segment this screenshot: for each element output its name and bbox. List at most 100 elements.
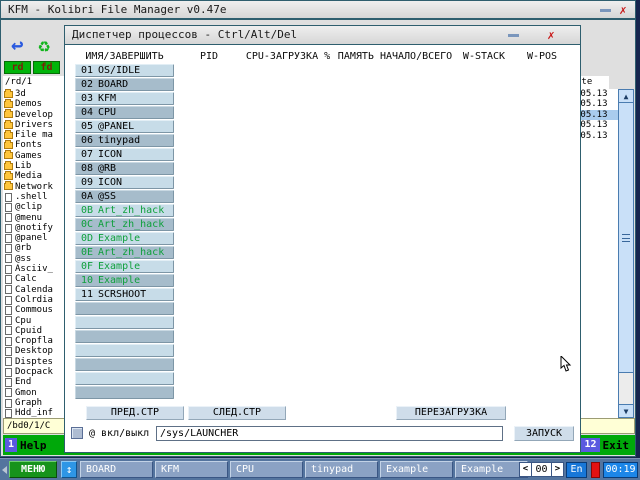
- dialog-close-icon[interactable]: ✗: [544, 28, 558, 42]
- vertical-scrollbar[interactable]: ▲ ▼: [618, 89, 634, 418]
- clock[interactable]: 00:19: [603, 462, 638, 478]
- refresh-icon[interactable]: ♻: [38, 33, 50, 57]
- file-list-item[interactable]: Demos: [3, 99, 64, 109]
- dialog-minimize-icon[interactable]: [508, 34, 519, 37]
- file-list-item[interactable]: @ss: [3, 254, 64, 264]
- process-kill-button[interactable]: 03KFM: [75, 92, 174, 105]
- taskbar-task-button[interactable]: BOARD: [80, 461, 153, 478]
- file-list-item[interactable]: Disptes: [3, 357, 64, 367]
- file-list-item[interactable]: Lib: [3, 161, 64, 171]
- device-button-rd[interactable]: rd: [4, 61, 31, 74]
- process-name: Art_zh_hack: [98, 247, 164, 258]
- process-kill-button[interactable]: 01OS/IDLE: [75, 64, 174, 77]
- language-indicator[interactable]: En: [566, 462, 587, 478]
- file-list-item[interactable]: Desktop: [3, 346, 64, 356]
- launcher-path-input[interactable]: /sys/LAUNCHER: [156, 426, 503, 441]
- dialog-titlebar[interactable]: Диспетчер процессов - Ctrl/Alt/Del ✗: [65, 26, 580, 45]
- file-list-item[interactable]: Gmon: [3, 388, 64, 398]
- taskbar-task-button[interactable]: Example: [380, 461, 453, 478]
- file-list-item[interactable]: @panel: [3, 233, 64, 243]
- process-kill-button[interactable]: 0BArt_zh_hack: [75, 204, 174, 217]
- file-list-item[interactable]: Fonts: [3, 140, 64, 150]
- reboot-button[interactable]: ПЕРЕЗАГРУЗКА: [396, 406, 506, 420]
- process-kill-button[interactable]: [75, 302, 174, 315]
- process-kill-button[interactable]: 09ICON: [75, 176, 174, 189]
- file-list-item[interactable]: Commous: [3, 305, 64, 315]
- process-kill-button[interactable]: [75, 344, 174, 357]
- process-name: Example: [98, 233, 140, 244]
- process-kill-button[interactable]: 0FExample: [75, 260, 174, 273]
- launcher-checkbox[interactable]: [71, 427, 83, 439]
- process-kill-button[interactable]: 08@RB: [75, 162, 174, 175]
- process-kill-button[interactable]: 06tinypad: [75, 134, 174, 147]
- process-row: 07ICON: [75, 148, 571, 162]
- file-list-item[interactable]: Calc: [3, 274, 64, 284]
- kfm-close-icon[interactable]: ✗: [616, 3, 630, 17]
- process-kill-button[interactable]: 0CArt_zh_hack: [75, 218, 174, 231]
- device-button-fd[interactable]: fd: [33, 61, 60, 74]
- process-kill-button[interactable]: 10Example: [75, 274, 174, 287]
- taskbar-task-button[interactable]: KFM: [155, 461, 228, 478]
- file-list-item[interactable]: Network: [3, 182, 64, 192]
- process-kill-button[interactable]: 0DExample: [75, 232, 174, 245]
- file-list-item[interactable]: Develop: [3, 110, 64, 120]
- page-next-button[interactable]: >: [551, 462, 564, 477]
- process-kill-button[interactable]: [75, 372, 174, 385]
- file-list-item[interactable]: Cpu: [3, 316, 64, 326]
- taskbar-task-button[interactable]: Example: [455, 461, 528, 478]
- kfm-minimize-icon[interactable]: [600, 9, 611, 12]
- taskbar-task-button[interactable]: tinypad: [305, 461, 378, 478]
- file-list-item[interactable]: File ma: [3, 130, 64, 140]
- scroll-down-icon[interactable]: ▼: [619, 404, 633, 417]
- current-path-field[interactable]: /rd/1: [3, 76, 64, 89]
- menu-button[interactable]: МЕНЮ: [9, 461, 57, 478]
- process-kill-button[interactable]: [75, 330, 174, 343]
- process-kill-button[interactable]: 05@PANEL: [75, 120, 174, 133]
- file-list-item[interactable]: @rb: [3, 243, 64, 253]
- back-arrow-icon[interactable]: ↩: [11, 33, 24, 57]
- file-list-item[interactable]: Media: [3, 171, 64, 181]
- process-row: 05@PANEL: [75, 120, 571, 134]
- process-kill-button[interactable]: [75, 358, 174, 371]
- collapse-taskbar-icon[interactable]: [2, 466, 7, 474]
- scrollbar-thumb[interactable]: [619, 103, 633, 373]
- file-list-item[interactable]: Colrdia: [3, 295, 64, 305]
- file-list-item[interactable]: Drivers: [3, 120, 64, 130]
- file-list-item[interactable]: @notify: [3, 223, 64, 233]
- process-kill-button[interactable]: 11SCRSHOOT: [75, 288, 174, 301]
- file-list-item[interactable]: Cropfla: [3, 336, 64, 346]
- file-icon: [5, 306, 12, 315]
- process-kill-button[interactable]: 04CPU: [75, 106, 174, 119]
- prev-page-button[interactable]: ПРЕД.СТР: [86, 406, 184, 420]
- fkey-exit-button[interactable]: 12 Exit: [581, 437, 632, 453]
- process-kill-button[interactable]: 02BOARD: [75, 78, 174, 91]
- next-page-button[interactable]: СЛЕД.СТР: [188, 406, 286, 420]
- fkey-help-button[interactable]: 1 Help: [5, 437, 50, 453]
- taskbar-task-button[interactable]: CPU: [230, 461, 303, 478]
- process-kill-button[interactable]: 0EArt_zh_hack: [75, 246, 174, 259]
- file-item-label: @clip: [15, 202, 42, 212]
- file-list-item[interactable]: Calenda: [3, 285, 64, 295]
- file-list-item[interactable]: @menu: [3, 213, 64, 223]
- file-list-item[interactable]: 3d: [3, 89, 64, 99]
- process-kill-button[interactable]: 0A@SS: [75, 190, 174, 203]
- window-switch-icon[interactable]: ↕: [61, 461, 77, 478]
- process-kill-button[interactable]: 07ICON: [75, 148, 174, 161]
- process-row: [75, 372, 571, 386]
- file-list-item[interactable]: @clip: [3, 202, 64, 212]
- file-list-item[interactable]: End: [3, 377, 64, 387]
- run-button[interactable]: ЗАПУСК: [514, 426, 574, 441]
- process-kill-button[interactable]: [75, 316, 174, 329]
- file-list-item[interactable]: .shell: [3, 192, 64, 202]
- file-list-item[interactable]: Graph: [3, 398, 64, 408]
- scroll-up-icon[interactable]: ▲: [619, 90, 633, 103]
- file-item-label: .shell: [15, 192, 48, 202]
- kfm-titlebar[interactable]: KFM - Kolibri File Manager v0.47e ✗: [1, 1, 635, 20]
- page-prev-button[interactable]: <: [519, 462, 532, 477]
- file-list-item[interactable]: Docpack: [3, 367, 64, 377]
- file-list-item[interactable]: Cpuid: [3, 326, 64, 336]
- file-list-item[interactable]: Hdd_inf: [3, 408, 64, 418]
- process-kill-button[interactable]: [75, 386, 174, 399]
- file-list-item[interactable]: Games: [3, 151, 64, 161]
- file-list-item[interactable]: Asciiv_: [3, 264, 64, 274]
